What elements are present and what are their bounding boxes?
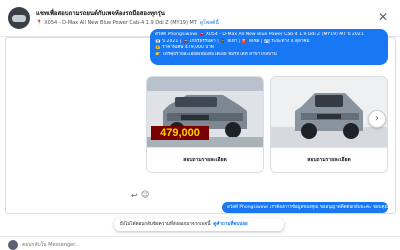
chat-subtitle: 📍 X054 - D-Max All New Blue Power Cab-4 1… [36, 19, 219, 27]
bubble-line: 👉 โทรคุยรายละเอียดเพิ่มเติมได้เลย ชมรถได… [155, 51, 277, 57]
view-post-link[interactable]: ดูโพสต์นี้ [200, 20, 219, 26]
message-bubble[interactable]: สวัสดี Phongsiwawi 🚗 X054 - D-Max All Ne… [150, 29, 388, 65]
message-input[interactable] [22, 240, 222, 250]
faq-link[interactable]: ดูคำถามที่พบบ่อย [213, 222, 247, 227]
pickup-truck-photo-front: 479,000 [147, 77, 263, 147]
message-bubble[interactable]: สวัสดี Phongsiwawi เราต้องการข้อมูลของคุ… [222, 202, 388, 213]
bubble-line: 💰 ราคาพิเศษ 479,000 บาท [155, 45, 214, 51]
inquire-button[interactable]: สอบถามรายละเอียด [147, 147, 263, 172]
page-avatar[interactable] [8, 7, 30, 29]
close-icon[interactable]: ✕ [376, 10, 390, 24]
chevron-right-icon[interactable]: › [368, 110, 386, 128]
inquire-button[interactable]: สอบถามรายละเอียด [271, 147, 387, 172]
reply-icon[interactable]: ↩ [131, 191, 138, 200]
notice-text: ยังไม่ได้ตอบกลับข้อความที่ส่งออกมาจากเพจ… [120, 222, 211, 227]
location-pin-icon: 📍 [36, 20, 43, 26]
subtitle-text: X054 - D-Max All New Blue Power Cab-4 1.… [44, 20, 197, 26]
bubble-line: 📅 ปี 2021 | 🚗 เกียร์ธรรมดา | 🚦 สีเทา | ⛽… [155, 38, 310, 44]
chat-title: แชทเพื่อสอบถามรถยนต์กับเพจห้องรถมือสองทุ… [36, 10, 165, 17]
emoji-icon[interactable]: ☺ [141, 190, 149, 199]
card-carousel: 479,000 สอบถามรายละเอียด สอบถามรายละเอีย… [146, 76, 388, 173]
bubble-line: สวัสดี Phongsiwawi 🚗 X054 - D-Max All Ne… [155, 32, 364, 37]
car-card[interactable]: 479,000 สอบถามรายละเอียด [146, 76, 264, 173]
auto-reply-notice: ยังไม่ได้ตอบกลับข้อความที่ส่งออกมาจากเพจ… [114, 218, 284, 231]
price-badge: 479,000 [151, 126, 209, 140]
composer-divider [0, 236, 400, 237]
user-avatar [8, 240, 18, 250]
